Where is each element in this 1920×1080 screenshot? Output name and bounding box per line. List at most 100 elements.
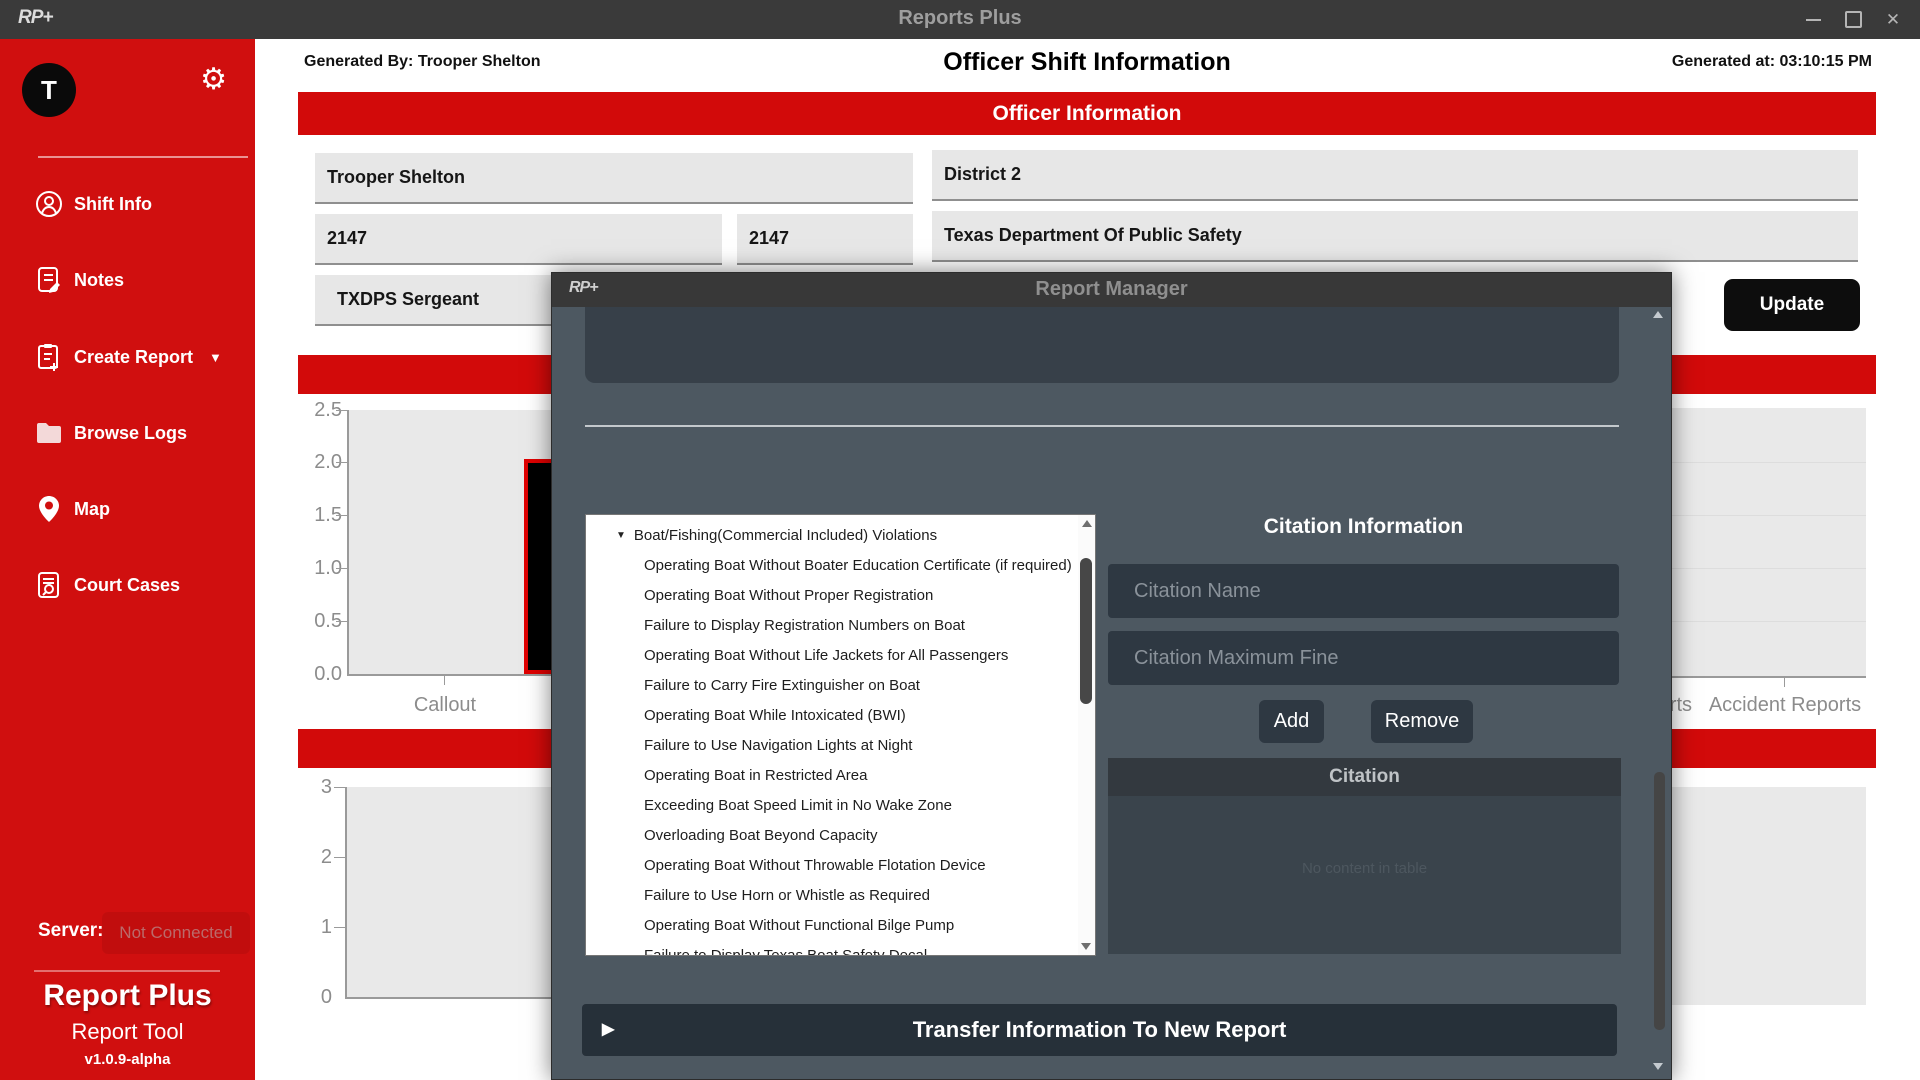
sidebar-item-map[interactable]: Map [0, 487, 255, 531]
ytick: 0 [252, 986, 332, 1009]
ytick: 1.5 [262, 504, 342, 527]
tree-item[interactable]: Operating Boat Without Functional Bilge … [586, 910, 1064, 940]
caret-down-icon[interactable]: ▼ [616, 530, 626, 541]
scroll-up-icon[interactable] [1082, 520, 1092, 527]
note-pencil-icon [34, 266, 64, 294]
sidebar-item-court-cases[interactable]: Court Cases [0, 563, 255, 607]
chart-left-bottom-plot [347, 787, 569, 997]
dialog-titlebar: RP+ Report Manager ✕ [552, 273, 1671, 307]
tree-item-category[interactable]: ▼ Boat/Fishing(Commercial Included) Viol… [586, 520, 1064, 550]
chart-right-top-plot [1672, 408, 1866, 676]
dialog-scroll-down-icon[interactable] [1653, 1063, 1663, 1070]
tree-item-label: Failure to Display Texas Boat Safety Dec… [644, 947, 927, 957]
tree-item[interactable]: Operating Boat Without Life Jackets for … [586, 640, 1064, 670]
report-manager-dialog: RP+ Report Manager ✕ Citation(s) ▼ Boat/… [551, 272, 1672, 1080]
sidebar-item-shift-info[interactable]: Shift Info [0, 182, 255, 226]
listbox-scroll-thumb[interactable] [1080, 558, 1092, 704]
badge-number-field[interactable]: 2147 [315, 214, 722, 265]
gear-icon[interactable]: ⚙ [200, 65, 227, 95]
sidebar-item-notes[interactable]: Notes [0, 258, 255, 302]
tree-item[interactable]: Operating Boat Without Throwable Flotati… [586, 850, 1064, 880]
tree-item-label: Boat/Fishing(Commercial Included) Violat… [634, 527, 937, 544]
ytick: 2 [252, 846, 332, 869]
tick [334, 787, 346, 788]
ytick: 0.5 [262, 610, 342, 633]
avatar[interactable]: T [22, 63, 76, 117]
ytick: 2.5 [262, 399, 342, 422]
ytick: 3 [252, 776, 332, 799]
tree-item[interactable]: Failure to Use Navigation Lights at Nigh… [586, 730, 1064, 760]
tick [336, 462, 348, 463]
sidebar-item-create-report[interactable]: Create Report ▼ [0, 335, 255, 379]
sidebar-item-browse-logs[interactable]: Browse Logs [0, 411, 255, 455]
dialog-scroll-thumb[interactable] [1654, 772, 1665, 1030]
tree-item[interactable]: Operating Boat in Restricted Area [586, 760, 1064, 790]
department-field[interactable]: Texas Department Of Public Safety [932, 211, 1858, 262]
chart-right-bottom-plot [1672, 787, 1866, 1005]
chart-left-top-xaxis [347, 674, 569, 676]
citations-tree-listbox[interactable]: ▼ Boat/Fishing(Commercial Included) Viol… [585, 514, 1096, 956]
scroll-down-icon[interactable] [1081, 943, 1091, 950]
citation-table-body: No content in table [1108, 796, 1621, 954]
sidebar: T ⚙ Shift Info Notes Create Report ▼ [0, 39, 255, 1080]
tree-item[interactable]: Failure to Carry Fire Extinguisher on Bo… [586, 670, 1064, 700]
remove-button[interactable]: Remove [1371, 700, 1473, 743]
transfer-information-button[interactable]: ▶ Transfer Information To New Report [582, 1004, 1617, 1056]
chart-xlabel-callout: Callout [385, 694, 505, 717]
window-titlebar: RP+ Reports Plus ✕ [0, 0, 1920, 39]
add-button[interactable]: Add [1259, 700, 1324, 743]
ytick: 0.0 [262, 663, 342, 686]
tree-item[interactable]: Operating Boat Without Proper Registrati… [586, 580, 1064, 610]
tick [336, 621, 348, 622]
chart-left-top-yaxis [347, 410, 349, 676]
folder-icon [34, 421, 64, 445]
dialog-scroll-up-icon[interactable] [1653, 311, 1663, 318]
minimize-icon[interactable] [1794, 0, 1832, 39]
dialog-title: Report Manager [552, 278, 1671, 301]
tree-item[interactable]: Operating Boat While Intoxicated (BWI) [586, 700, 1064, 730]
brand-title: Report Plus [0, 979, 255, 1013]
tree-item-label: Operating Boat Without Throwable Flotati… [644, 857, 986, 874]
server-status-badge: Not Connected [102, 912, 250, 954]
brand-subtitle: Report Tool [0, 1019, 255, 1045]
tree-item[interactable]: Exceeding Boat Speed Limit in No Wake Zo… [586, 790, 1064, 820]
citation-information-heading: Citation Information [1108, 515, 1619, 539]
district-field[interactable]: District 2 [932, 150, 1858, 201]
citation-table-header: Citation [1108, 758, 1621, 796]
transfer-button-label: Transfer Information To New Report [913, 1017, 1287, 1043]
tick [334, 857, 346, 858]
update-button[interactable]: Update [1724, 279, 1860, 331]
tick [444, 676, 445, 685]
officer-name-field[interactable]: Trooper Shelton [315, 153, 913, 204]
server-label: Server: [38, 920, 104, 942]
maximize-icon[interactable] [1834, 0, 1872, 39]
sidebar-item-label: Notes [74, 270, 124, 291]
ytick: 1 [252, 916, 332, 939]
unit-number-field[interactable]: 2147 [737, 214, 913, 265]
tree-item[interactable]: Failure to Display Registration Numbers … [586, 610, 1064, 640]
chevron-down-icon: ▼ [209, 350, 222, 365]
person-icon [34, 190, 64, 218]
tree-item-label: Operating Boat Without Life Jackets for … [644, 647, 1008, 664]
chart-left-bottom-yaxis [345, 787, 347, 999]
dialog-separator [585, 425, 1619, 427]
table-empty-message: No content in table [1108, 860, 1621, 877]
tree-item-label: Failure to Use Horn or Whistle as Requir… [644, 887, 930, 904]
close-icon[interactable]: ✕ [1874, 0, 1912, 39]
tree-item[interactable]: Failure to Use Horn or Whistle as Requir… [586, 880, 1064, 910]
tree-item-label: Operating Boat Without Boater Education … [644, 557, 1072, 574]
chart-right-top-xaxis [1672, 676, 1866, 678]
tree-item-label: Operating Boat While Intoxicated (BWI) [644, 707, 906, 724]
app-version: v1.0.9-alpha [0, 1051, 255, 1068]
tree-item[interactable]: Operating Boat Without Boater Education … [586, 550, 1064, 580]
officer-information-banner: Officer Information [298, 92, 1876, 135]
citation-name-input[interactable] [1108, 564, 1619, 618]
sidebar-divider [34, 970, 220, 972]
citation-max-fine-input[interactable] [1108, 631, 1619, 685]
tree-item[interactable]: Overloading Boat Beyond Capacity [586, 820, 1064, 850]
listbox-scrollbar[interactable] [1078, 515, 1095, 955]
document-search-icon [34, 571, 64, 599]
tick [336, 410, 348, 411]
sidebar-item-label: Map [74, 499, 110, 520]
tree-item[interactable]: Failure to Display Texas Boat Safety Dec… [586, 940, 1064, 956]
